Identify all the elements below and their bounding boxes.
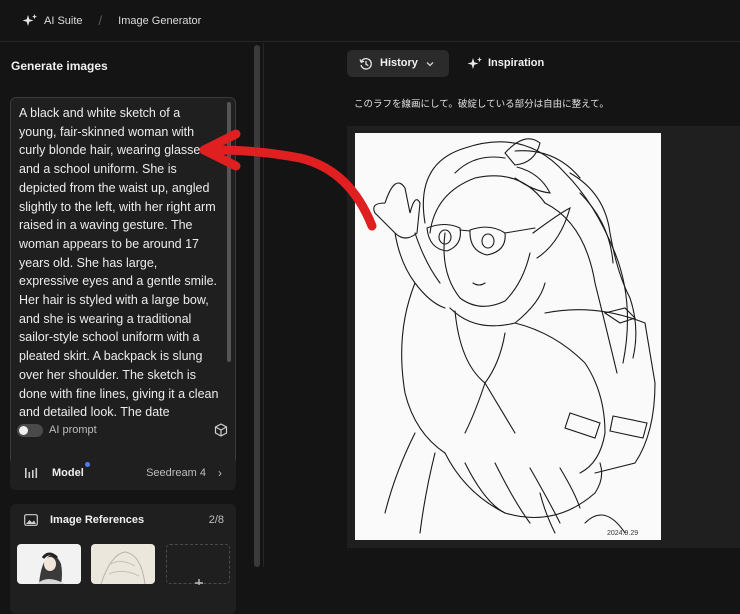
breadcrumb-separator: / xyxy=(98,13,103,28)
generate-panel: Generate images A black and white sketch… xyxy=(0,43,246,614)
model-badge-dot xyxy=(85,462,90,467)
sparkle-icon xyxy=(467,57,482,69)
references-label: Image References xyxy=(50,514,145,526)
ai-prompt-toggle[interactable] xyxy=(17,424,43,437)
model-selector[interactable]: Model Seedream 4 › xyxy=(10,457,236,490)
reference-thumbnail[interactable] xyxy=(17,544,81,584)
reference-thumbnail[interactable] xyxy=(91,544,155,584)
breadcrumb-app[interactable]: AI Suite xyxy=(44,15,83,27)
ai-prompt-label: AI prompt xyxy=(49,424,97,436)
prompt-input[interactable]: A black and white sketch of a young, fai… xyxy=(10,97,236,485)
history-dropdown[interactable]: History xyxy=(347,50,449,77)
image-icon xyxy=(24,514,38,526)
prompt-text[interactable]: A black and white sketch of a young, fai… xyxy=(19,104,219,424)
breadcrumb-page[interactable]: Image Generator xyxy=(118,15,201,27)
cube-icon[interactable] xyxy=(214,423,228,437)
model-bars-icon xyxy=(25,468,38,478)
chevron-right-icon: › xyxy=(218,466,222,480)
panel-title: Generate images xyxy=(11,59,108,73)
prompt-scrollbar[interactable] xyxy=(227,102,231,362)
model-label: Model xyxy=(52,467,84,479)
references-count: 2/8 xyxy=(208,514,224,526)
inspiration-label: Inspiration xyxy=(488,57,545,69)
sparkle-icon xyxy=(22,13,37,26)
sketch-signature: 2024.9.29 xyxy=(607,530,638,537)
history-icon xyxy=(359,58,372,70)
panel-divider xyxy=(263,43,264,567)
top-bar: AI Suite / Image Generator xyxy=(0,0,740,42)
panel-scrollbar[interactable] xyxy=(253,43,261,567)
generated-image[interactable]: 2024.9.29 xyxy=(355,133,661,540)
generation-prompt: このラフを線画にして。破綻している部分は自由に整えて。 xyxy=(354,99,609,110)
chevron-down-icon xyxy=(426,62,434,67)
model-value: Seedream 4 xyxy=(146,467,206,479)
panel-scrollbar-thumb[interactable] xyxy=(254,45,260,567)
image-references: Image References 2/8 xyxy=(10,504,236,614)
history-label: History xyxy=(380,57,418,69)
add-reference-button[interactable] xyxy=(166,544,230,587)
